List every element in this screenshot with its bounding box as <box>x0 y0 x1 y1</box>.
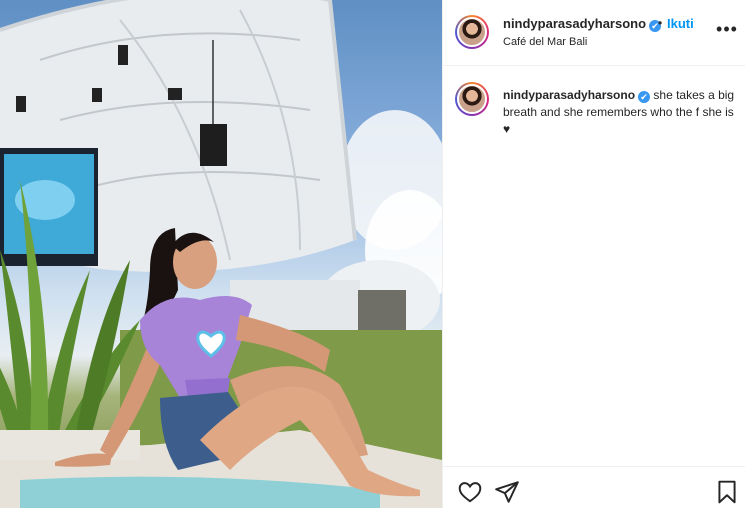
verified-badge-icon: ✔ <box>638 91 651 103</box>
follow-button[interactable]: Ikuti <box>667 16 694 31</box>
avatar[interactable] <box>455 15 489 49</box>
share-icon[interactable] <box>494 479 520 505</box>
photo-illustration <box>0 0 442 508</box>
separator-dot: • <box>658 16 663 30</box>
action-bar <box>443 466 745 508</box>
username-link[interactable]: nindyparasadyharsono ✔ <box>503 16 662 32</box>
bookmark-icon[interactable] <box>714 479 740 505</box>
post-photo[interactable] <box>0 0 442 508</box>
heart-icon[interactable] <box>457 479 483 505</box>
location-link[interactable]: Café del Mar Bali <box>503 36 587 48</box>
post-header: nindyparasadyharsono ✔ • Ikuti Café del M… <box>443 0 745 66</box>
more-options-icon[interactable]: ••• <box>716 20 738 42</box>
avatar[interactable] <box>455 82 489 116</box>
post-detail-panel: nindyparasadyharsono ✔ • Ikuti Café del M… <box>442 0 745 508</box>
caption-text: nindyparasadyharsono ✔ she takes a big br… <box>503 87 735 138</box>
caption-username[interactable]: nindyparasadyharsono <box>503 88 635 102</box>
